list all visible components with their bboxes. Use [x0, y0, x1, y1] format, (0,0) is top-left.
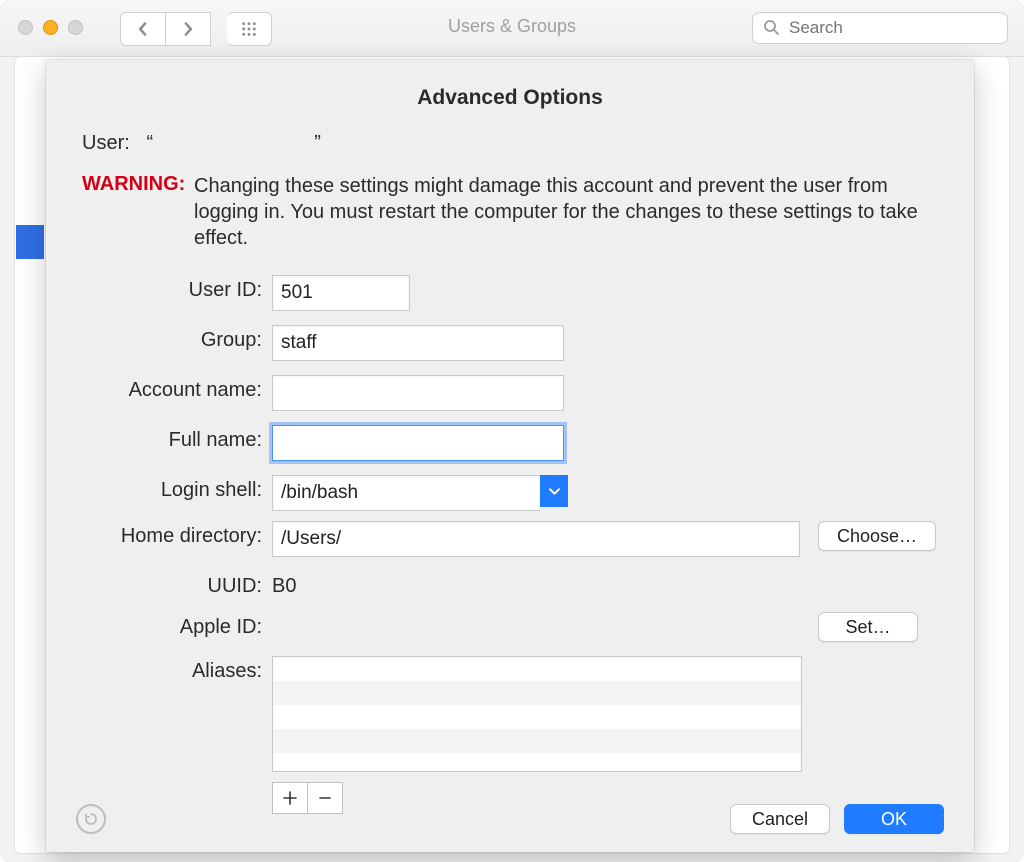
system-preferences-window: Users & Groups Advanced Options User: “ …: [0, 0, 1024, 862]
row-uuid: UUID: B0: [76, 571, 944, 598]
list-item[interactable]: [273, 681, 801, 705]
row-aliases: Aliases:: [76, 656, 944, 814]
navigation-buttons: [120, 12, 272, 46]
input-login-shell[interactable]: [272, 475, 540, 511]
input-home-directory[interactable]: [272, 521, 800, 557]
row-apple-id: Apple ID: Set…: [76, 612, 944, 642]
list-item[interactable]: [273, 657, 801, 681]
sidebar-selection-indicator: [16, 225, 44, 259]
label-group: Group:: [76, 325, 272, 352]
value-uuid: B0: [272, 571, 296, 598]
label-user-id: User ID:: [76, 275, 272, 302]
search-field[interactable]: [752, 12, 1008, 44]
input-user-id[interactable]: [272, 275, 410, 311]
input-account-name[interactable]: [272, 375, 564, 411]
warning-text: Changing these settings might damage thi…: [194, 173, 944, 251]
list-item[interactable]: [273, 729, 801, 753]
show-all-button[interactable]: [227, 12, 272, 46]
list-item[interactable]: [273, 705, 801, 729]
input-full-name[interactable]: [272, 425, 564, 461]
row-login-shell: Login shell:: [76, 475, 944, 507]
help-button[interactable]: [76, 804, 106, 834]
user-label: User:: [82, 132, 130, 154]
back-button[interactable]: [120, 12, 166, 46]
login-shell-dropdown-button[interactable]: [540, 475, 568, 507]
row-account-name: Account name:: [76, 375, 944, 411]
warning-block: WARNING: Changing these settings might d…: [82, 173, 944, 251]
label-home-directory: Home directory:: [76, 521, 272, 548]
row-user-id: User ID:: [76, 275, 944, 311]
user-line: User: “ ”: [82, 132, 944, 155]
warning-label: WARNING:: [82, 173, 194, 251]
combo-login-shell[interactable]: [272, 475, 568, 507]
choose-home-directory-button[interactable]: Choose…: [818, 521, 936, 551]
user-quote-open: “: [146, 132, 153, 154]
row-group: Group:: [76, 325, 944, 361]
set-apple-id-button[interactable]: Set…: [818, 612, 918, 642]
close-window-button[interactable]: [18, 20, 33, 35]
aliases-list[interactable]: [272, 656, 802, 772]
advanced-options-sheet: Advanced Options User: “ ” WARNING: Chan…: [46, 60, 974, 852]
label-aliases: Aliases:: [76, 656, 272, 683]
search-input[interactable]: [787, 17, 1012, 39]
minus-icon: [318, 791, 332, 805]
chevron-right-icon: [181, 22, 195, 36]
label-account-name: Account name:: [76, 375, 272, 402]
label-uuid: UUID:: [76, 571, 272, 598]
chevron-down-icon: [549, 486, 560, 497]
grid-icon: [241, 21, 257, 37]
plus-icon: [283, 791, 297, 805]
maximize-window-button[interactable]: [68, 20, 83, 35]
restore-icon: [84, 812, 98, 826]
traffic-lights: [18, 20, 83, 35]
sheet-footer: Cancel OK: [76, 804, 944, 834]
label-apple-id: Apple ID:: [76, 612, 272, 639]
sheet-title: Advanced Options: [76, 86, 944, 110]
user-quote-close: ”: [314, 132, 321, 154]
row-full-name: Full name:: [76, 425, 944, 461]
row-home-directory: Home directory: Choose…: [76, 521, 944, 557]
label-full-name: Full name:: [76, 425, 272, 452]
ok-button[interactable]: OK: [844, 804, 944, 834]
titlebar: Users & Groups: [0, 0, 1024, 57]
input-group[interactable]: [272, 325, 564, 361]
chevron-left-icon: [136, 22, 150, 36]
cancel-button[interactable]: Cancel: [730, 804, 830, 834]
minimize-window-button[interactable]: [43, 20, 58, 35]
search-icon: [763, 19, 779, 38]
forward-button[interactable]: [166, 12, 211, 46]
label-login-shell: Login shell:: [76, 475, 272, 502]
